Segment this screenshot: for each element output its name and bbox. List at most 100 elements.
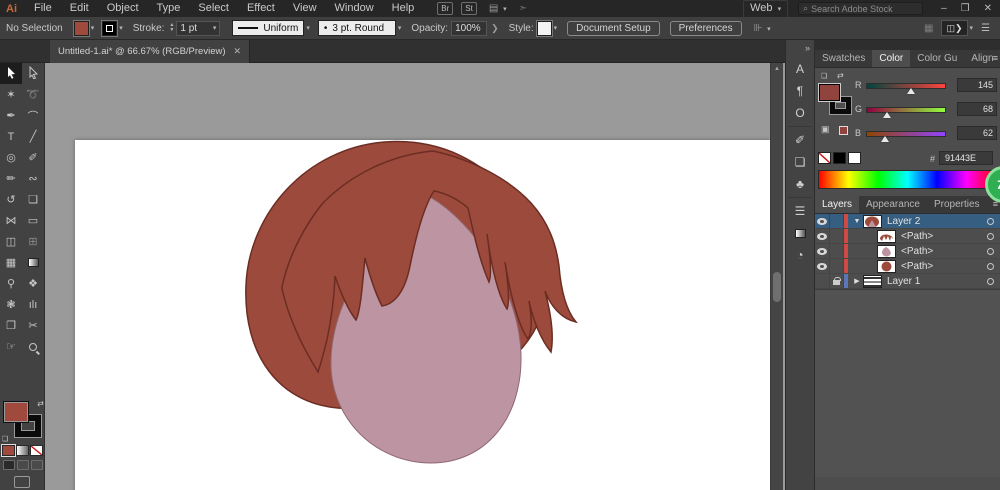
color-tab-color-gu[interactable]: Color Gu [910, 50, 964, 67]
brush-definition-select[interactable]: • 3 pt. Round [317, 20, 396, 36]
layer-thumbnail[interactable] [877, 229, 896, 243]
fill-color-swatch[interactable] [73, 20, 89, 36]
menu-edit[interactable]: Edit [61, 0, 98, 17]
pencil-tool[interactable]: ✏ [0, 168, 22, 189]
swap-colors-icon[interactable]: ⇄ [837, 71, 844, 80]
target-circle-icon[interactable] [987, 247, 994, 255]
layers-tab-layers[interactable]: Layers [815, 196, 860, 213]
visibility-toggle[interactable] [815, 274, 830, 288]
br-button[interactable]: Br [437, 2, 454, 15]
menu-object[interactable]: Object [98, 0, 148, 17]
menu-window[interactable]: Window [326, 0, 383, 17]
visibility-toggle[interactable] [815, 229, 830, 243]
vertical-scrollbar[interactable]: ▲ [770, 63, 783, 490]
paintbrush-tool[interactable]: ✐ [22, 147, 44, 168]
document-setup-button[interactable]: Document Setup [567, 20, 660, 36]
selection-tool[interactable] [0, 63, 22, 84]
layer-row-layer-1[interactable]: ▶ Layer 1 [815, 274, 1000, 289]
search-input[interactable]: ⌕ Search Adobe Stock [798, 2, 924, 15]
default-fill-stroke-icon[interactable]: ❏ [2, 435, 8, 443]
opacity-field[interactable]: 100% [451, 20, 488, 36]
stroke-weight-stepper[interactable]: ▲ ▼ [169, 23, 174, 33]
shaper-tool[interactable]: ∾ [22, 168, 44, 189]
menu-type[interactable]: Type [148, 0, 190, 17]
preferences-button[interactable]: Preferences [669, 20, 742, 36]
fill-indicator[interactable] [3, 401, 29, 423]
screen-mode-button[interactable] [14, 476, 30, 488]
fill-color-indicator[interactable] [819, 84, 840, 101]
layer-thumbnail[interactable] [863, 214, 882, 228]
lock-toggle[interactable] [830, 214, 844, 228]
layers-tab-properties[interactable]: Properties [927, 196, 987, 213]
scrollbar-thumb[interactable] [773, 272, 781, 302]
zoom-tool[interactable] [22, 336, 44, 357]
ellipse-tool[interactable]: ◎ [0, 147, 22, 168]
target-circle-icon[interactable] [987, 277, 994, 285]
draw-inside-button[interactable] [31, 460, 43, 470]
arrange-documents-icon[interactable]: ▤ ▾ [489, 3, 507, 14]
layer-label[interactable]: <Path> [901, 231, 987, 242]
web-color-swatch[interactable] [839, 126, 848, 135]
none-swatch[interactable] [818, 152, 831, 164]
color-mode-button[interactable] [2, 445, 15, 456]
canvas-area[interactable]: ▲ [45, 63, 785, 490]
layers-tab-appearance[interactable]: Appearance [859, 196, 927, 213]
pen-tool[interactable]: ✒ [0, 105, 22, 126]
g-slider-track[interactable] [866, 107, 946, 113]
panel-layout-button[interactable]: ◫❯ [941, 20, 968, 36]
artboard-tool[interactable]: ❐ [0, 315, 22, 336]
lock-toggle[interactable] [830, 229, 844, 243]
layer-thumbnail[interactable] [863, 274, 882, 288]
perspective-grid-tool[interactable]: ⊞ [22, 231, 44, 252]
line-segment-tool[interactable]: ╱ [22, 126, 44, 147]
eyedropper-tool[interactable]: ⚲ [0, 273, 22, 294]
free-transform-tool[interactable]: ▭ [22, 210, 44, 231]
color-tab-color[interactable]: Color [872, 50, 911, 67]
blend-tool[interactable]: ❖ [22, 273, 44, 294]
menu-file[interactable]: File [25, 0, 61, 17]
scroll-up-arrow-icon[interactable]: ▲ [774, 66, 780, 72]
transform-panel-icon[interactable]: ❏ [786, 151, 814, 173]
symbol-sprayer-tool[interactable]: ❃ [0, 294, 22, 315]
swap-fill-stroke-icon[interactable]: ⇄ [37, 399, 44, 408]
width-profile-select[interactable]: Uniform [232, 20, 305, 36]
width-tool[interactable]: ⋈ [0, 210, 22, 231]
style-swatch[interactable] [536, 20, 552, 36]
layer-label[interactable]: Layer 1 [887, 276, 987, 287]
layer-label[interactable]: Layer 2 [887, 216, 987, 227]
b-slider-track[interactable] [866, 131, 946, 137]
opacity-panel-arrow[interactable]: ❯ [491, 23, 499, 34]
visibility-toggle[interactable] [815, 244, 830, 258]
direct-selection-tool[interactable] [22, 63, 44, 84]
lasso-tool[interactable]: ➰ [22, 84, 44, 105]
restore-button[interactable]: ❐ [961, 3, 970, 14]
touch-workspace-icon[interactable]: ▦ [924, 23, 933, 34]
visibility-toggle[interactable] [815, 214, 830, 228]
default-swatches-icon[interactable]: ❏ [821, 72, 827, 80]
color-tab-swatches[interactable]: Swatches [815, 50, 872, 67]
target-circle-icon[interactable] [987, 262, 994, 270]
white-swatch[interactable] [848, 152, 861, 164]
layer-row-path[interactable]: <Path> [815, 244, 1000, 259]
scale-tool[interactable]: ❏ [22, 189, 44, 210]
hex-value-field[interactable]: 91443E [939, 151, 993, 165]
panel-layout-chevron-icon[interactable]: ▾ [970, 24, 974, 32]
brushes-panel-icon[interactable]: ✐ [786, 129, 814, 151]
gpu-performance-icon[interactable]: ➣ [519, 3, 527, 14]
visibility-toggle[interactable] [815, 259, 830, 273]
opentype-panel-icon[interactable]: O [786, 102, 814, 124]
target-circle-icon[interactable] [987, 217, 994, 225]
target-circle-icon[interactable] [987, 232, 994, 240]
layer-row-path[interactable]: <Path> [815, 229, 1000, 244]
column-graph-tool[interactable]: ılı [22, 294, 44, 315]
layer-row-path[interactable]: <Path> [815, 259, 1000, 274]
menu-view[interactable]: View [284, 0, 326, 17]
gradient-mode-button[interactable] [16, 445, 29, 456]
minimize-button[interactable]: – [941, 3, 947, 14]
type-tool[interactable]: T [0, 126, 22, 147]
lock-toggle[interactable] [830, 244, 844, 258]
hand-tool[interactable]: ☞ [0, 336, 22, 357]
lock-toggle[interactable] [830, 274, 844, 288]
shape-builder-tool[interactable]: ◫ [0, 231, 22, 252]
web-color-cube-icon[interactable]: ▣ [821, 124, 830, 135]
